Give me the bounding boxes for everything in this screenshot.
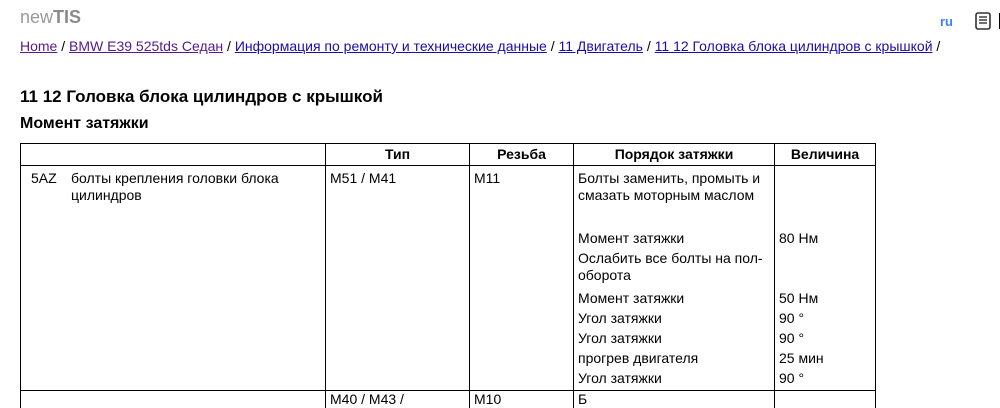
breadcrumb-repair-info[interactable]: Информация по ремонту и технические данн…	[235, 38, 547, 54]
breadcrumb-engine[interactable]: 11 Двигатель	[558, 38, 642, 54]
step-text: Угол затяжки	[578, 330, 770, 350]
section-title: Момент затяжки	[20, 115, 149, 133]
row-thread: M11	[470, 166, 574, 391]
next-row-thread: M10	[470, 391, 574, 408]
step-value: 50 Нм	[779, 290, 871, 310]
app-header: newTIS	[20, 7, 81, 28]
row-steps: Болты заменить, промыть и смазать моторн…	[574, 166, 775, 391]
step-text: Угол затяжки	[578, 310, 770, 330]
step-value: 25 мин	[779, 350, 871, 370]
step-text: Момент затяжки	[578, 230, 770, 250]
row-values: 80 Нм 50 Нм 90 ° 90 ° 25 мин 90 °	[775, 166, 876, 391]
next-row-value	[775, 391, 876, 408]
step-value: 90 °	[779, 330, 871, 350]
step-text: прогрев двигателя	[578, 350, 770, 370]
logo[interactable]: newTIS	[20, 7, 81, 27]
row-type: M51 / M41	[326, 166, 470, 391]
next-row-type: M40 / M43 /	[326, 391, 470, 408]
step-text: Болты заменить, промыть и смазать моторн…	[578, 170, 770, 230]
table-row: 5AZболты крепления головки блока цилиндр…	[21, 166, 876, 391]
step-value	[779, 250, 871, 290]
step-value	[779, 170, 871, 230]
part-code: 5AZ	[25, 170, 71, 187]
page-title: 11 12 Головка блока цилиндров с крышкой	[20, 87, 383, 107]
step-value: 90 °	[779, 310, 871, 330]
torque-table: Тип Резьба Порядок затяжки Величина 5AZб…	[20, 143, 876, 408]
col-header-type: Тип	[326, 144, 470, 166]
col-header-description	[21, 144, 326, 166]
table-row: M40 / M43 / M10 Б	[21, 391, 876, 408]
book-icon[interactable]	[973, 11, 993, 31]
breadcrumb: Home / BMW E39 525tds Седан / Информация…	[20, 38, 1000, 55]
breadcrumb-cylinder-head[interactable]: 11 12 Головка блока цилиндров с крышкой	[655, 38, 933, 54]
table-header-row: Тип Резьба Порядок затяжки Величина	[21, 144, 876, 166]
top-toolbar: ru	[940, 10, 1000, 32]
next-row-description	[21, 391, 326, 408]
col-header-thread: Резьба	[470, 144, 574, 166]
step-text: Угол затяжки	[578, 370, 770, 390]
part-description: болты крепления головки блока цилиндров	[71, 170, 291, 204]
col-header-order: Порядок затяжки	[574, 144, 775, 166]
step-value: 90 °	[779, 370, 871, 390]
next-row-step: Б	[574, 391, 775, 408]
breadcrumb-home[interactable]: Home	[20, 38, 57, 54]
step-text: Момент затяжки	[578, 290, 770, 310]
step-text: Ослабить все болты на пол-оборота	[578, 250, 770, 290]
row-description-cell: 5AZболты крепления головки блока цилиндр…	[21, 166, 326, 391]
language-switch[interactable]: ru	[940, 14, 953, 29]
breadcrumb-vehicle[interactable]: BMW E39 525tds Седан	[69, 38, 223, 54]
step-value: 80 Нм	[779, 230, 871, 250]
col-header-value: Величина	[775, 144, 876, 166]
